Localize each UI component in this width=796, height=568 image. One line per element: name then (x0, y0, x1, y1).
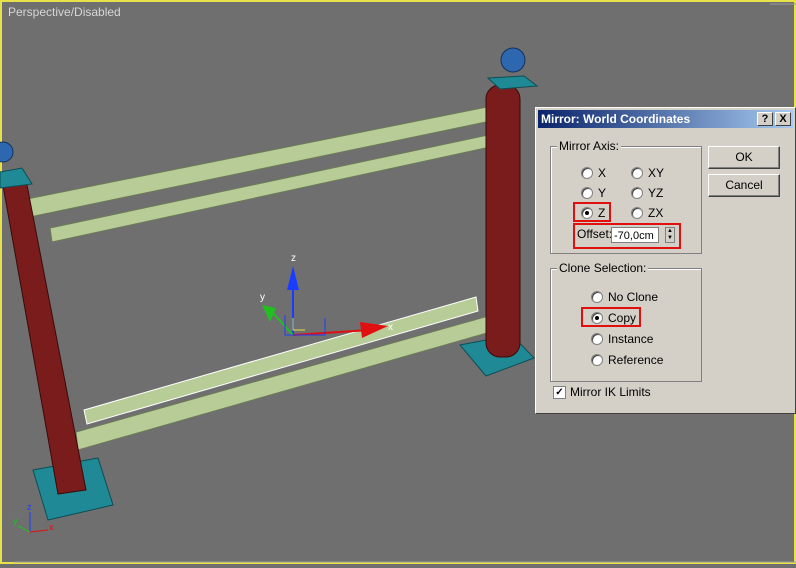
corner-axis-x: x (49, 522, 54, 532)
axis-xy-radio[interactable]: XY (631, 164, 664, 180)
right-post-ball (500, 47, 526, 73)
offset-highlight (573, 223, 681, 249)
reference-radio[interactable]: Reference (591, 351, 663, 367)
instance-radio-dot (591, 332, 603, 345)
axis-yz-label: YZ (648, 185, 664, 200)
close-button[interactable]: X (775, 112, 791, 126)
gizmo-y-label: y (260, 292, 265, 303)
instance-label: Instance (608, 331, 654, 346)
axis-xy-radio-dot (631, 166, 643, 179)
axis-zx-label: ZX (648, 205, 664, 220)
upper-rail-top (21, 103, 506, 219)
axis-z-highlight (573, 202, 611, 222)
mirror-ik-checkbox[interactable]: ✓ (553, 386, 566, 399)
axis-yz-radio[interactable]: YZ (631, 184, 663, 200)
no-clone-radio[interactable]: No Clone (591, 288, 658, 304)
clone-selection-group: Clone Selection: No Clone Copy Instance … (550, 261, 702, 382)
no-clone-radio-dot (591, 290, 603, 303)
cancel-button[interactable]: Cancel (708, 174, 780, 197)
dialog-title-bar[interactable]: Mirror: World Coordinates ? X (538, 110, 793, 128)
mirror-axis-title: Mirror Axis: (557, 139, 621, 153)
left-post-cap (0, 167, 33, 189)
axis-y-label: Y (598, 185, 607, 200)
gizmo-z-label: z (291, 253, 296, 264)
gizmo-z-arrow (287, 266, 299, 290)
mirror-axis-group: Mirror Axis: X Y Z XY YZ ZX Offset: -70,… (550, 139, 702, 254)
axis-x-label: X (598, 165, 607, 180)
clone-selection-title: Clone Selection: (557, 261, 649, 275)
lower-rail-selected (83, 296, 479, 425)
no-clone-label: No Clone (608, 289, 659, 304)
axis-x-radio[interactable]: X (581, 164, 606, 180)
mirror-dialog: Mirror: World Coordinates ? X OK Cancel … (535, 107, 796, 414)
axis-zx-radio[interactable]: ZX (631, 204, 663, 220)
corner-axis-y: y (13, 516, 18, 526)
ok-button[interactable]: OK (708, 146, 780, 169)
axis-zx-radio-dot (631, 206, 643, 219)
app-frame: Perspective/Disabled z y x z y x Mirror:… (0, 0, 796, 568)
corner-axis-z: z (27, 502, 32, 512)
checkmark-icon: ✓ (555, 387, 564, 398)
copy-highlight (581, 307, 641, 327)
reference-label: Reference (608, 352, 664, 367)
axis-xy-label: XY (648, 165, 665, 180)
axis-y-radio[interactable]: Y (581, 184, 606, 200)
mirror-ik-label: Mirror IK Limits (570, 385, 651, 399)
dialog-title: Mirror: World Coordinates (541, 112, 691, 126)
instance-radio[interactable]: Instance (591, 330, 653, 346)
axis-yz-radio-dot (631, 186, 643, 199)
axis-x-radio-dot (581, 166, 593, 179)
help-button[interactable]: ? (757, 112, 773, 126)
right-post (485, 84, 521, 358)
left-post-ball (0, 141, 14, 163)
gizmo-x-label: x (388, 322, 393, 333)
reference-radio-dot (591, 353, 603, 366)
axis-y-radio-dot (581, 186, 593, 199)
